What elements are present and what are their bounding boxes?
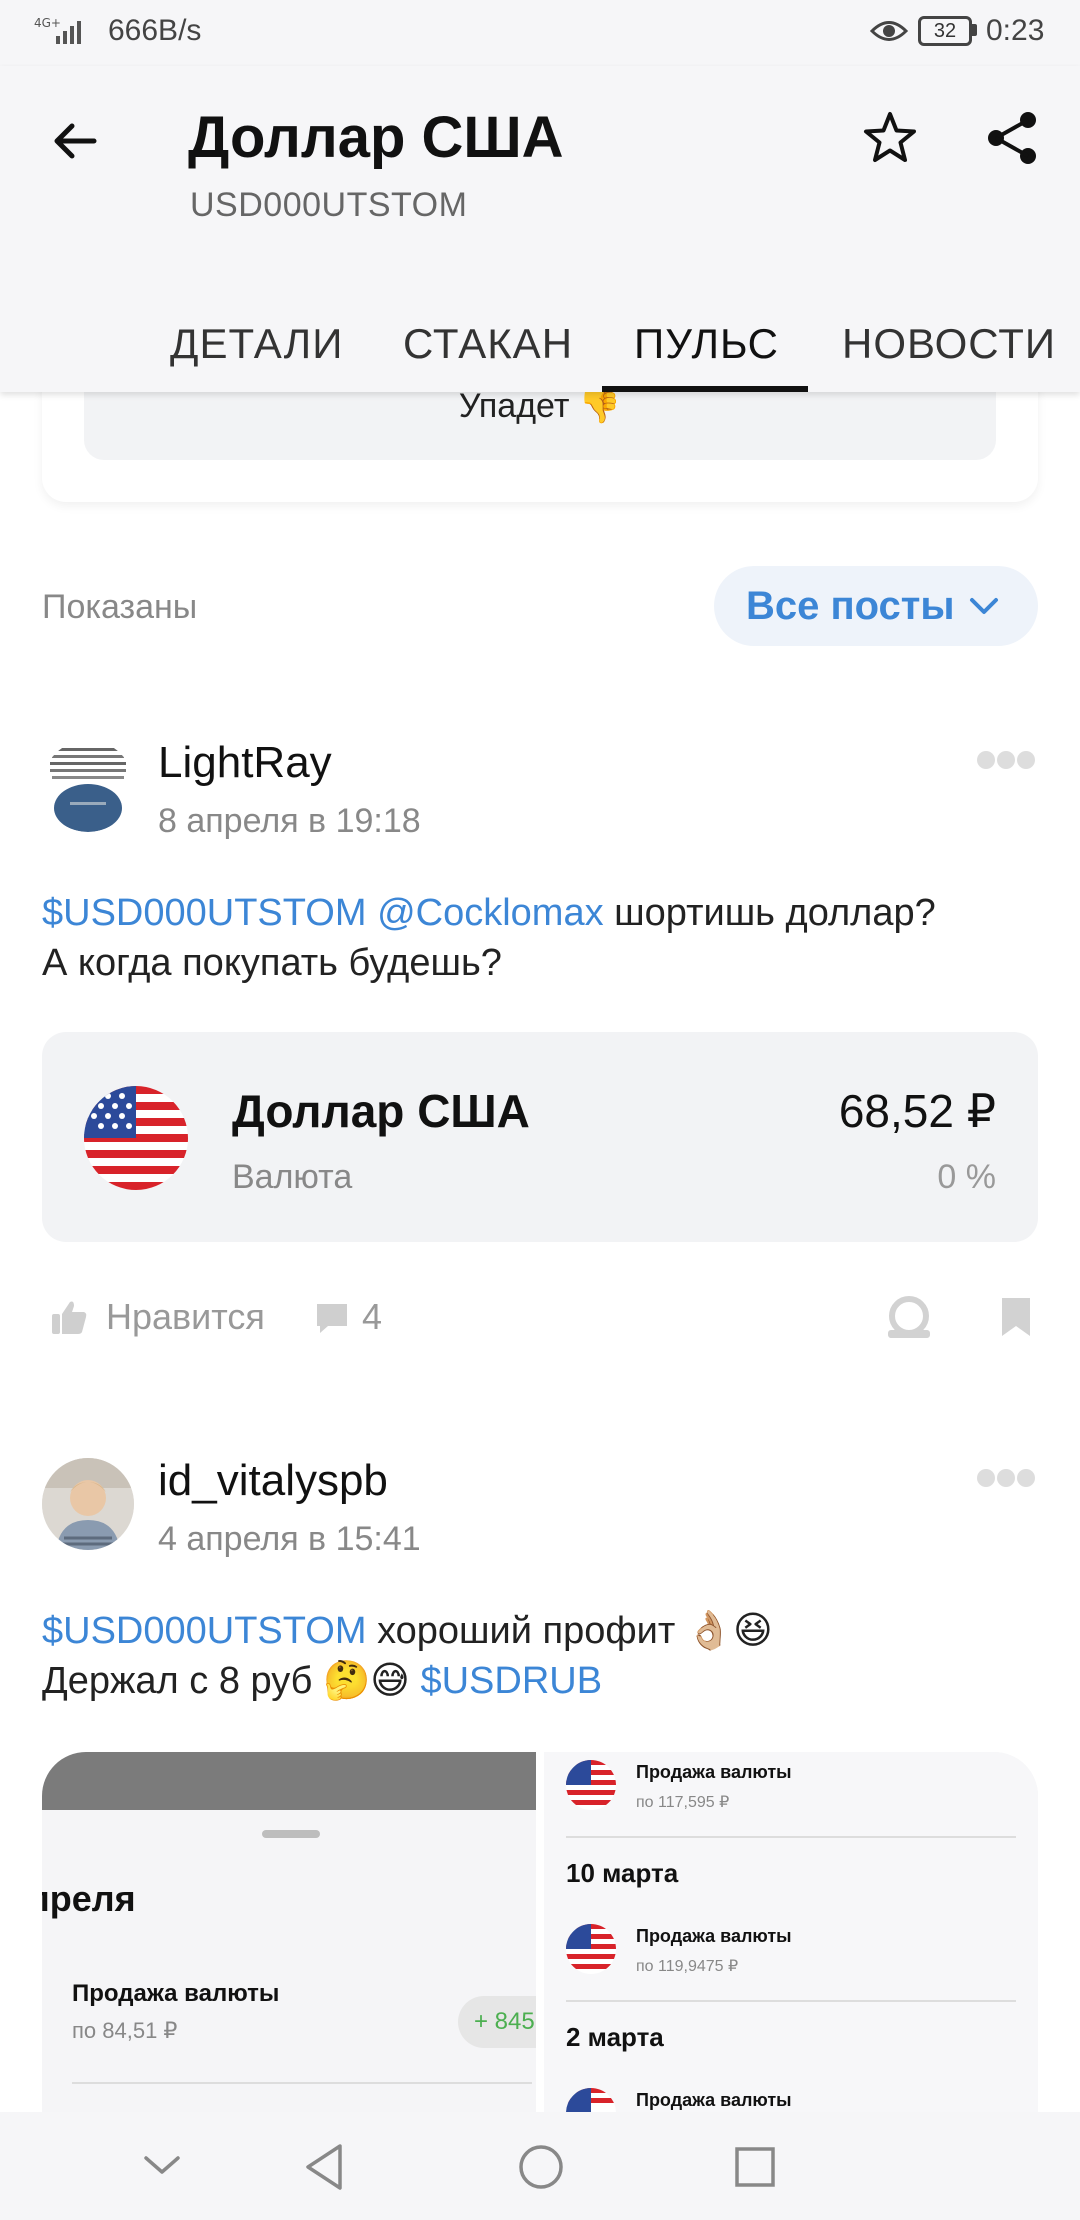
usa-flag-icon [566,1924,616,1974]
tab-details[interactable]: ДЕТАЛИ [170,320,343,368]
mention-link[interactable]: @Cocklomax [377,892,604,934]
instrument-price: 68,52 ₽ [838,1085,996,1137]
screenshot-operation: Продажа валюты [636,1926,792,1946]
ticker-link[interactable]: $USDRUB [420,1660,602,1702]
instrument-change: 0 % [937,1158,996,1196]
post-date: 4 апреля в 15:41 [158,1520,421,1558]
signal-icon [56,21,81,44]
post-text: $USD000UTSTOM хороший профит 👌🏼😆 Держал … [42,1606,1042,1706]
star-icon[interactable] [858,106,922,170]
ticker-subtitle: USD000UTSTOM [190,186,468,224]
post-text-segment: А когда покупать будешь? [42,942,502,984]
usa-flag-icon [566,2088,616,2112]
screenshot-date: 10 марта [566,1858,679,1888]
nav-home-icon[interactable] [518,2144,564,2190]
screenshot-overlay [42,1752,536,1810]
screenshot-left: преля Продажа валюты по 84,51 ₽ + 845 [42,1752,568,2112]
chevron-down-icon [970,598,998,614]
tab-order-book[interactable]: СТАКАН [403,320,573,368]
system-navigation-bar [0,2112,1080,2220]
filter-value: Все посты [746,584,955,628]
screenshot-right: Продажа валюты по 117,595 ₽ 10 марта Про… [544,1752,1038,2112]
divider [566,2000,1016,2002]
more-dots-icon[interactable] [976,748,1036,772]
avatar-image [42,1458,134,1550]
prediction-label: Упадет 👎 [458,387,622,425]
post-date: 8 апреля в 19:18 [158,802,421,840]
post-text-segment: хороший профит 👌🏼😆 [366,1610,773,1652]
screenshot-month: преля [42,1878,136,1919]
share-icon[interactable] [980,106,1044,170]
post-author[interactable]: id_vitalyspb [158,1456,388,1506]
screenshot-operation: Продажа валюты [72,1980,280,2007]
comment-icon[interactable] [314,1300,350,1336]
avatar[interactable] [42,740,134,832]
ticker-link[interactable]: $USD000UTSTOM [42,892,367,934]
eye-icon [870,21,908,41]
post-text: $USD000UTSTOM @Cocklomax шортишь доллар?… [42,888,1042,988]
tab-bar: ДЕТАЛИ СТАКАН ПУЛЬС НОВОСТИ [0,298,1080,392]
network-speed: 666B/s [108,14,202,47]
page-title: Доллар США [188,105,564,170]
collage-gap [536,1752,544,2112]
usa-flag-icon [566,1760,616,1810]
nav-back-icon[interactable] [302,2142,346,2192]
comment-count[interactable]: 4 [362,1296,382,1338]
usa-flag-icon [84,1086,188,1190]
status-bar: 4G+ 666B/s 32 0:23 [0,0,1080,66]
screenshot-operation: Продажа валюты [636,2090,792,2110]
active-tab-indicator [602,386,808,392]
screenshot-rate: по 84,51 ₽ [72,2018,178,2043]
screenshot-rate: по 117,595 ₽ [636,1794,730,1811]
hide-keyboard-icon[interactable] [142,2150,182,2180]
sheet-handle [262,1830,320,1838]
more-dots-icon[interactable] [976,1466,1036,1490]
nav-recents-icon[interactable] [734,2146,776,2188]
tab-news[interactable]: НОВОСТИ [842,320,1056,368]
tab-pulse[interactable]: ПУЛЬС [634,320,779,368]
battery-indicator: 32 [918,16,972,46]
post-image-collage[interactable]: преля Продажа валюты по 84,51 ₽ + 845 Пр… [42,1752,1038,2112]
app-header: Доллар США USD000UTSTOM ДЕТАЛИ СТАКАН ПУ… [0,66,1080,392]
post-author[interactable]: LightRay [158,738,332,788]
screenshot-rate: по 119,9475 ₽ [636,1958,739,1975]
battery-tip [972,24,977,36]
divider [72,2082,532,2084]
bookmark-icon[interactable] [1000,1296,1032,1338]
ticker-link[interactable]: $USD000UTSTOM [42,1610,367,1652]
screenshot-date: 2 марта [566,2022,664,2052]
screenshot-operation: Продажа валюты [636,1762,792,1782]
avatar[interactable] [42,1458,134,1550]
instrument-name: Доллар США [232,1085,530,1137]
clock: 0:23 [986,14,1045,47]
post-text-segment: Держал с 8 руб 🤔😅 [42,1660,421,1702]
divider [566,1836,1016,1838]
post-actions: Нравится 4 [0,1284,1080,1354]
text-space [367,892,378,934]
like-button[interactable]: Нравится [106,1296,265,1338]
back-arrow-icon[interactable] [40,106,110,176]
avatar-image [50,748,126,832]
filter-label: Показаны [42,588,198,626]
instrument-card[interactable]: Доллар США Валюта 68,52 ₽ 0 % [42,1032,1038,1242]
instrument-type: Валюта [232,1158,353,1196]
post-text-segment: шортишь доллар? [603,892,936,934]
posts-filter-dropdown[interactable]: Все посты [714,566,1038,646]
like-icon[interactable] [50,1298,88,1336]
repost-icon[interactable] [884,1296,934,1340]
